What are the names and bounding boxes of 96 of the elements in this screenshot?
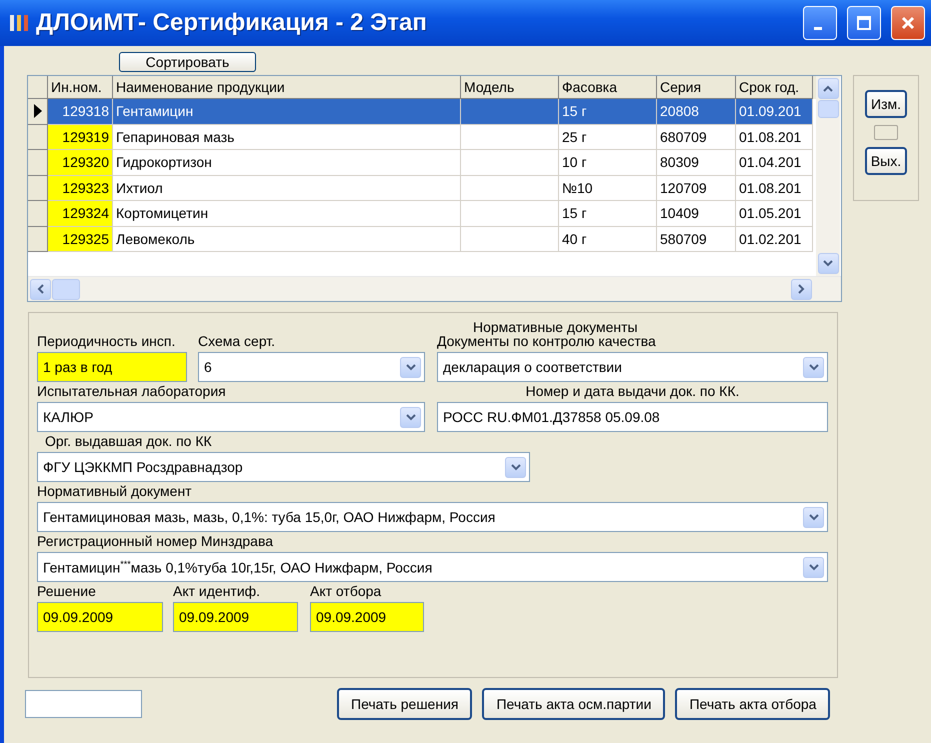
dropdown-arrow-button[interactable]	[505, 456, 526, 478]
print-button[interactable]: Печать акта отбора	[675, 688, 830, 720]
table-row[interactable]: 129324 Кортомицетин 15 г 10409 01.05.201	[28, 201, 816, 226]
dropdown-arrow-button[interactable]	[400, 406, 421, 428]
field-label: Орг. выдавшая док. по КК	[45, 433, 213, 450]
field-label: Акт отбора	[310, 583, 382, 600]
field-label: Схема серт.	[198, 333, 276, 350]
input-field[interactable]	[25, 690, 142, 718]
table-cell: 01.08.201	[736, 124, 813, 150]
table-cell: 40 г	[559, 226, 657, 252]
print-button[interactable]: Печать решения	[337, 688, 472, 720]
input-field[interactable]: 1 раз в год	[37, 352, 187, 382]
input-field[interactable]: 09.09.2009	[173, 602, 298, 632]
scroll-right-button[interactable]	[791, 278, 812, 300]
input-field[interactable]: 09.09.2009	[37, 602, 163, 632]
table-cell: 129323	[48, 176, 113, 201]
sort-button[interactable]: Сортировать	[119, 52, 256, 72]
maximize-icon	[856, 15, 872, 31]
table-cell: 01.09.201	[736, 99, 813, 124]
caret-down-icon	[823, 260, 833, 267]
table-cell: Левомеколь	[113, 226, 461, 252]
field-label: Акт идентиф.	[173, 583, 262, 600]
table-cell: 129320	[48, 150, 113, 176]
table-cell: 680709	[657, 124, 736, 150]
dropdown-field[interactable]: Гентамицин$^{***}$мазь 0,1%туба 10г,15г, ОАО Нижфарм, Россия	[37, 552, 828, 582]
field-label: Решение	[37, 583, 97, 600]
table-cell: Гепариновая мазь	[113, 124, 461, 150]
caret-up-icon	[823, 85, 833, 92]
table-cell: 129318	[48, 99, 113, 124]
table-cell: Гидрокортизон	[113, 150, 461, 176]
field-label: Испытательная лаборатория	[37, 383, 227, 400]
close-icon	[900, 15, 916, 31]
minimize-button[interactable]	[803, 6, 837, 40]
minimize-icon	[814, 26, 822, 30]
caret-down-icon	[510, 464, 520, 470]
field-label: Номер и дата выдачи док. по КК.	[526, 383, 740, 400]
table-cell: 129319	[48, 124, 113, 150]
table-cell: 01.04.201	[736, 150, 813, 176]
table-row[interactable]: 129323 Ихтиол №10 120709 01.08.201	[28, 176, 816, 201]
table-cell: Кортомицетин	[113, 201, 461, 226]
scroll-down-button[interactable]	[818, 253, 838, 274]
field-label: Нормативный документ	[37, 483, 193, 500]
dropdown-arrow-button[interactable]	[803, 356, 824, 378]
table-row[interactable]: 129319 Гепариновая мазь 25 г 680709 01.08.201	[28, 124, 816, 150]
table-cell: 580709	[657, 226, 736, 252]
field-caption: Нормативные документы	[472, 321, 639, 333]
caret-down-icon	[808, 514, 818, 520]
caret-right-icon	[798, 284, 805, 294]
dropdown-field[interactable]: ФГУ ЦЭККМП Росздравнадзор	[37, 452, 530, 482]
table-cell: 01.05.201	[736, 201, 813, 226]
dropdown-field[interactable]: Гентамициновая мазь, мазь, 0,1%: туба 15,0г, ОАО Нижфарм, Россия	[37, 502, 828, 532]
input-field[interactable]: РОСС RU.ФМ01.Д37858 05.09.08	[437, 402, 828, 432]
scroll-left-button[interactable]	[30, 278, 51, 300]
side-button[interactable]: Вых.	[865, 147, 907, 175]
table-cell: 129324	[48, 201, 113, 226]
table-cell: 10409	[657, 201, 736, 226]
close-button[interactable]	[891, 6, 925, 40]
table-cell: 129325	[48, 226, 113, 252]
side-button[interactable]: Изм.	[865, 90, 907, 118]
table-cell: 15 г	[559, 201, 657, 226]
caret-down-icon	[808, 564, 818, 570]
dropdown-arrow-button[interactable]	[803, 556, 824, 578]
table-cell: 15 г	[559, 99, 657, 124]
caret-down-icon	[808, 364, 818, 370]
table-row[interactable]: 129325 Левомеколь 40 г 580709 01.02.201	[28, 226, 816, 252]
window-title: ДЛОиМТ- Сертификация - 2 Этап	[36, 9, 428, 37]
field-label: Периодичность инсп.	[37, 333, 176, 350]
table-cell: 120709	[657, 176, 736, 201]
table-cell: Гентамицин	[113, 99, 461, 124]
dropdown-arrow-button[interactable]	[803, 506, 824, 528]
app-icon	[8, 12, 30, 34]
table-cell: 20808	[657, 99, 736, 124]
scroll-up-button[interactable]	[818, 78, 838, 99]
scroll-thumb[interactable]	[818, 100, 838, 118]
input-field[interactable]: 09.09.2009	[310, 602, 424, 632]
maximize-button[interactable]	[847, 6, 881, 40]
dropdown-field[interactable]: декларация о соответствии	[437, 352, 828, 382]
caret-down-icon	[406, 364, 416, 370]
table-row[interactable]: 129318 Гентамицин 15 г 20808 01.09.201	[28, 99, 816, 124]
table-cell: 25 г	[559, 124, 657, 150]
dropdown-field[interactable]: КАЛЮР	[37, 402, 425, 432]
print-button[interactable]: Печать акта осм.партии	[482, 688, 666, 720]
dropdown-arrow-button[interactable]	[400, 356, 421, 378]
table-cell: 01.08.201	[736, 176, 813, 201]
table-cell: 01.02.201	[736, 226, 813, 252]
table-row[interactable]: 129320 Гидрокортизон 10 г 80309 01.04.201	[28, 150, 816, 176]
table-cell: 10 г	[559, 150, 657, 176]
row-pointer-icon	[34, 104, 42, 118]
dropdown-field[interactable]: 6	[198, 352, 425, 382]
field-label: Регистрационный номер Минздрава	[37, 533, 274, 550]
table-cell: 80309	[657, 150, 736, 176]
scroll-thumb[interactable]	[52, 278, 80, 300]
caret-left-icon	[37, 284, 44, 294]
table-cell: Ихтиол	[113, 176, 461, 201]
caret-down-icon	[406, 414, 416, 420]
table-cell: №10	[559, 176, 657, 201]
